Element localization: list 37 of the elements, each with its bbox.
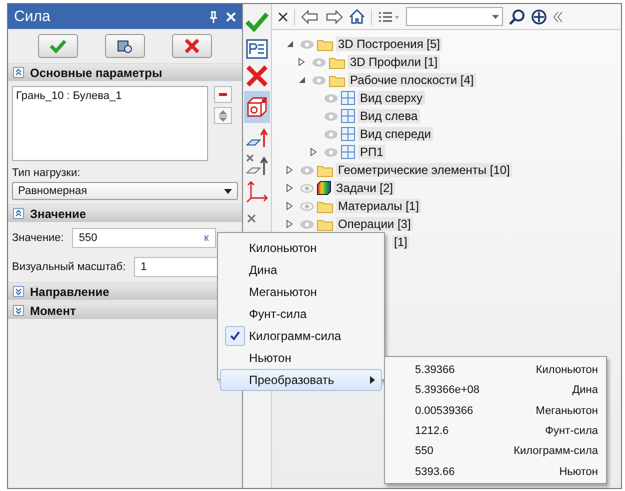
section-header[interactable]: Значение [8,204,242,222]
tree-item[interactable]: Вид слева [358,109,420,123]
panel-title: Сила [14,8,52,25]
menu-item[interactable]: 550 Килограмм-сила [385,441,606,462]
tree-item[interactable]: РП1 [358,145,386,159]
menu-item[interactable]: Килограмм-сила [220,325,382,347]
field-label: Значение: [12,232,64,244]
menu-item[interactable]: 1212.6 Фунт-сила [385,420,606,442]
section-title: Значение [30,206,86,220]
input-field[interactable]: 550 к [72,228,216,248]
field-label: Визуальный масштаб: [12,261,126,273]
menu-item[interactable]: 0.00539366 Меганьютон [385,400,606,421]
menu-item[interactable]: 5.39366 Килоньютон [385,360,606,380]
list-item[interactable]: Грань_10 : Булева_1 [16,90,204,102]
selection-list[interactable]: Грань_10 : Булева_1 [12,86,208,161]
tree-item[interactable]: 3D Построения [5] [336,37,442,51]
menu-item[interactable]: Килоньютон [220,237,382,259]
tree-item[interactable]: Вид сверху [358,91,424,105]
load-type-dropdown[interactable]: Равномерная [12,182,238,200]
tree-item[interactable]: 3D Профили [1] [348,55,440,69]
tree-item[interactable]: Рабочие плоскости [4] [348,73,476,87]
tree-item[interactable]: Вид спереди [358,127,434,141]
menu-item[interactable]: 5.39366e+08 Дина [385,380,606,401]
tree-item[interactable]: [1] [392,235,410,249]
unit-link[interactable]: к [204,232,209,244]
tree-item[interactable]: Задачи [2] [334,181,395,195]
section-title: Момент [30,304,76,318]
tree-item[interactable]: Операции [3] [336,217,413,231]
load-type-label: Тип нагрузки: [12,167,82,179]
tree-item[interactable]: Материалы [1] [336,199,421,213]
menu-item[interactable]: Преобразовать [220,369,382,391]
menu-item[interactable]: 5393.66 Ньютон [385,461,606,482]
menu-item[interactable]: Ньютон [220,347,382,369]
section-header[interactable]: Основные параметры [8,63,242,81]
section-title: Направление [30,284,110,298]
section-title: Основные параметры [30,66,162,80]
tree-item[interactable]: Геометрические элементы [10] [336,163,512,177]
